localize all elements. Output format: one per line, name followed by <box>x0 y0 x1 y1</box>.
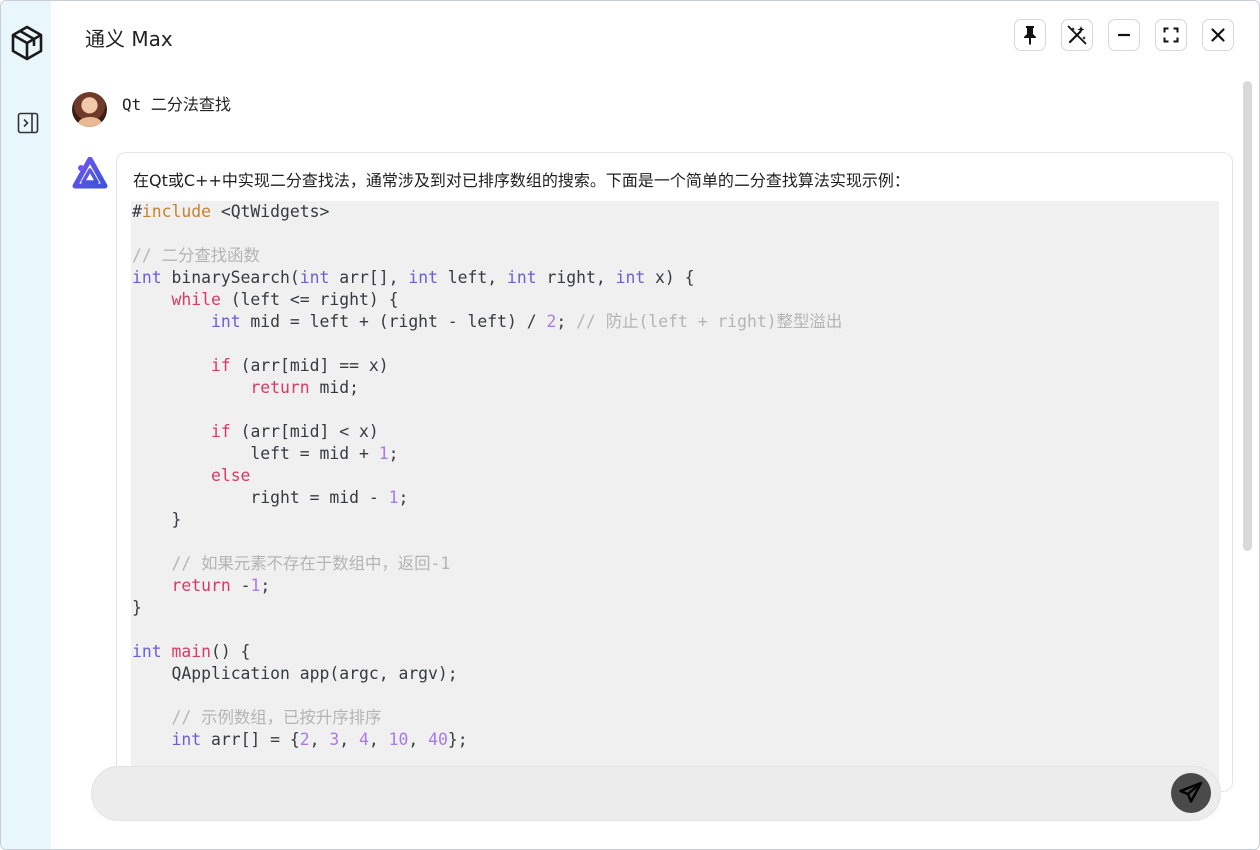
no-magic-icon <box>1067 25 1087 45</box>
send-icon <box>1179 781 1203 803</box>
no-magic-button[interactable] <box>1061 19 1093 51</box>
fullscreen-icon <box>1163 27 1179 43</box>
code-line: right = mid - 1; <box>250 488 409 507</box>
code-line: if (arr[mid] < x) <box>210 422 379 441</box>
user-message: Qt 二分法查找 <box>122 95 231 114</box>
fullscreen-button[interactable] <box>1155 19 1187 51</box>
code-line: QApplication app(argc, argv); <box>171 664 458 683</box>
sidebar <box>1 1 51 849</box>
code-line: } <box>171 510 182 529</box>
app-window: 通义 Max Qt 二分法查找 在Qt或C++中实现二分查找法，通常涉及到对已排… <box>0 0 1260 850</box>
cube-logo-icon[interactable] <box>10 25 44 61</box>
code-line: if (arr[mid] == x) <box>210 356 389 375</box>
minimize-button[interactable] <box>1108 19 1140 51</box>
code-line: // 如果元素不存在于数组中，返回-1 <box>171 554 451 573</box>
assistant-logo-icon <box>72 157 108 189</box>
user-avatar <box>72 92 107 127</box>
code-line: } <box>132 598 142 617</box>
assistant-message: 在Qt或C++中实现二分查找法，通常涉及到对已排序数组的搜索。下面是一个简单的二… <box>116 152 1233 792</box>
conversation-scrollbar[interactable] <box>1243 81 1252 551</box>
code-line: while (left <= right) { <box>171 290 399 309</box>
window-title: 通义 Max <box>85 27 173 51</box>
code-line: left = mid + 1; <box>250 444 399 463</box>
panel-expand-icon[interactable] <box>17 112 39 134</box>
code-line: return mid; <box>250 378 359 397</box>
close-icon <box>1211 28 1225 42</box>
send-button[interactable] <box>1171 773 1211 813</box>
code-comment: // 二分查找函数 <box>132 246 260 265</box>
code-line: return -1; <box>171 576 271 595</box>
code-content: #include <QtWidgets> // 二分查找函数 int binaryS… <box>131 201 1219 751</box>
code-line: int arr[] = {2, 3, 4, 10, 40}; <box>171 730 468 749</box>
minimize-icon <box>1118 33 1130 37</box>
code-line: // 示例数组，已按升序排序 <box>171 708 382 727</box>
code-line: int binarySearch(int arr[], int left, in… <box>132 268 695 287</box>
code-block: #include <QtWidgets> // 二分查找函数 int binaryS… <box>131 201 1219 791</box>
code-line: else <box>210 466 251 485</box>
code-line: int mid = left + (right - left) / 2; // … <box>210 312 843 331</box>
close-button[interactable] <box>1202 19 1234 51</box>
assistant-intro-text: 在Qt或C++中实现二分查找法，通常涉及到对已排序数组的搜索。下面是一个简单的二… <box>133 171 910 190</box>
message-composer <box>91 766 1221 821</box>
pin-button[interactable] <box>1014 19 1046 51</box>
message-input[interactable] <box>114 779 1158 811</box>
code-line: int main() { <box>132 642 251 661</box>
code-line: #include <QtWidgets> <box>132 202 330 221</box>
pin-icon <box>1024 26 1036 45</box>
